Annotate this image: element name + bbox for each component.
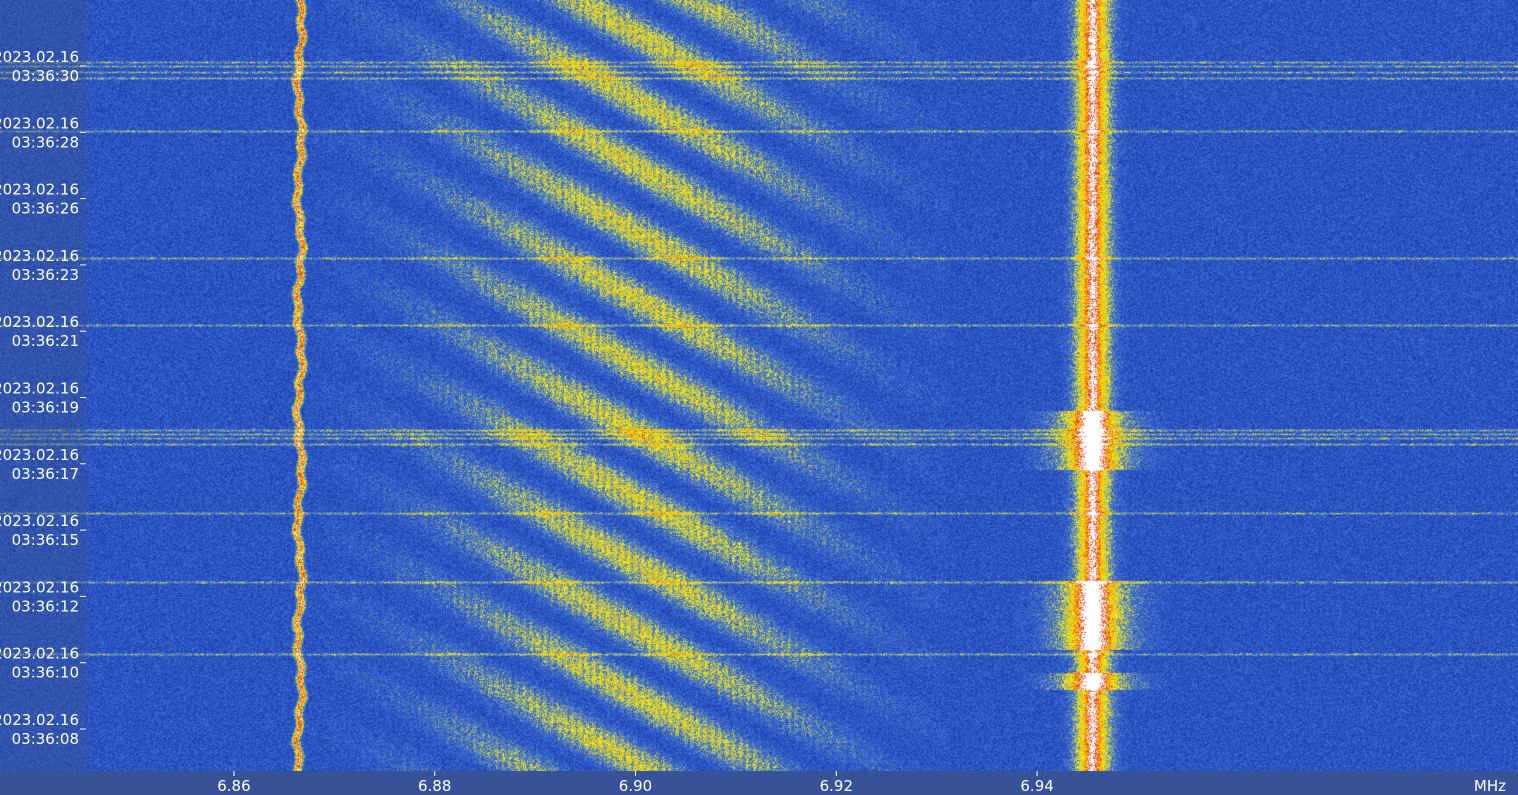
- y-tick-time-label: 03:36:17: [12, 465, 79, 483]
- x-tick-label: 6.90: [619, 777, 652, 795]
- y-tick-date-label: 2023.02.16: [0, 181, 79, 199]
- x-tick-label: 6.86: [217, 777, 250, 795]
- y-tick-time-label: 03:36:12: [12, 597, 79, 615]
- y-tick-time-label: 03:36:30: [12, 67, 79, 85]
- x-tick-label: 6.88: [418, 777, 451, 795]
- y-tick-date-label: 2023.02.16: [0, 645, 79, 663]
- y-tick-date-label: 2023.02.16: [0, 114, 79, 132]
- y-tick-time-label: 03:36:28: [12, 133, 79, 151]
- y-tick-date-label: 2023.02.16: [0, 48, 79, 66]
- y-tick-time-label: 03:36:21: [12, 332, 79, 350]
- y-tick-time-label: 03:36:19: [12, 399, 79, 417]
- y-tick-date-label: 2023.02.16: [0, 512, 79, 530]
- y-tick-time-label: 03:36:15: [12, 531, 79, 549]
- y-tick-date-label: 2023.02.16: [0, 380, 79, 398]
- y-tick-time-label: 03:36:26: [12, 200, 79, 218]
- frequency-unit-label: MHz: [1474, 777, 1506, 795]
- y-tick-time-label: 03:36:23: [12, 266, 79, 284]
- y-tick-date-label: 2023.02.16: [0, 711, 79, 729]
- y-tick-date-label: 2023.02.16: [0, 313, 79, 331]
- y-tick-time-label: 03:36:10: [12, 664, 79, 682]
- y-tick-date-label: 2023.02.16: [0, 446, 79, 464]
- waterfall-overlay: 2023.02.1603:36:302023.02.1603:36:282023…: [0, 0, 1518, 795]
- y-tick-date-label: 2023.02.16: [0, 578, 79, 596]
- x-tick-label: 6.92: [820, 777, 853, 795]
- y-tick-time-label: 03:36:08: [12, 730, 79, 748]
- x-tick-label: 6.94: [1020, 777, 1053, 795]
- y-tick-date-label: 2023.02.16: [0, 247, 79, 265]
